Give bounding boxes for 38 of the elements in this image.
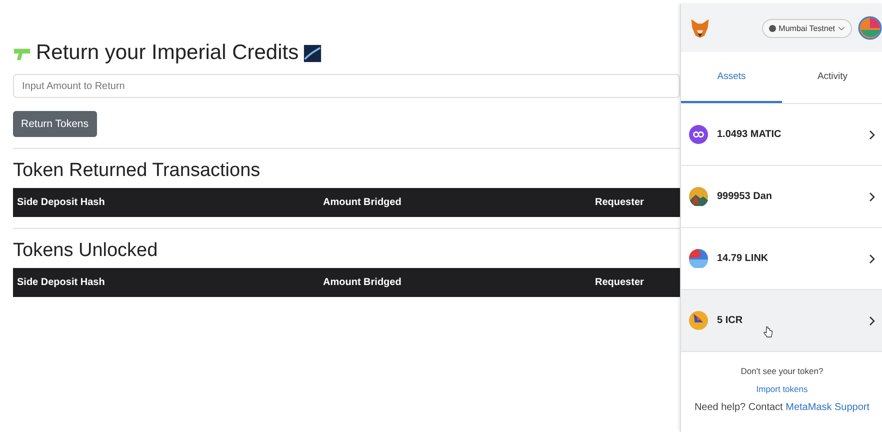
asset-label: 5 ICR — [717, 315, 744, 326]
asset-row[interactable]: 5 ICR — [681, 290, 882, 352]
section-title: Token Returned Transactions — [13, 160, 260, 182]
prompt-text: Don't see your token? — [740, 366, 824, 376]
night-sky-icon — [302, 44, 322, 62]
return-tokens-button[interactable]: Return Tokens — [13, 111, 97, 137]
asset-label: 999953 Dan — [717, 191, 774, 202]
network-selector[interactable]: Mumbai Testnet — [762, 18, 852, 38]
chevron-right-icon — [869, 316, 875, 326]
asset-label: 1.0493 MATIC — [717, 129, 782, 140]
section-title: Tokens Unlocked — [13, 240, 158, 262]
chevron-down-icon — [838, 26, 845, 30]
token-icon — [689, 311, 708, 330]
token-icon — [689, 249, 708, 268]
column-header: Side Deposit Hash — [17, 197, 106, 208]
column-header: Amount Bridged — [323, 277, 402, 288]
support-link[interactable]: MetaMask Support — [786, 402, 870, 413]
page-title: Return your Imperial Credits — [36, 41, 299, 65]
fox-icon — [689, 17, 711, 39]
chevron-right-icon — [869, 130, 875, 140]
asset-label: 14.79 LINK — [717, 253, 770, 264]
token-icon — [689, 125, 708, 144]
chevron-right-icon — [869, 254, 875, 264]
column-header: Requester — [595, 197, 645, 208]
column-header: Amount Bridged — [323, 197, 402, 208]
account-avatar[interactable] — [858, 16, 882, 40]
tab[interactable]: Assets — [681, 52, 782, 103]
hand-cursor-icon — [763, 326, 773, 338]
column-header: Side Deposit Hash — [17, 277, 106, 288]
import-tokens-link[interactable]: Import tokens — [756, 384, 808, 394]
chevron-right-icon — [869, 192, 875, 202]
asset-row[interactable]: 1.0493 MATIC — [681, 104, 882, 166]
help-text: Need help? Contact — [694, 402, 784, 413]
token-icon — [689, 187, 708, 206]
asset-row[interactable]: 999953 Dan — [681, 166, 882, 228]
amount-input[interactable]: Input Amount to Return — [13, 74, 680, 98]
tab[interactable]: Activity — [782, 52, 882, 103]
column-header: Requester — [595, 277, 645, 288]
